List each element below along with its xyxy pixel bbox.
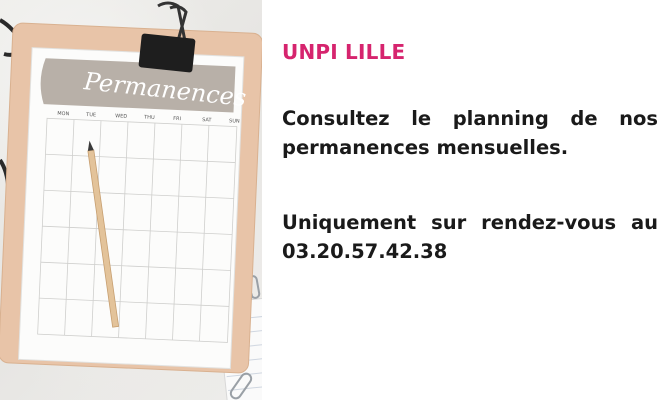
appointment-text: Uniquement sur rendez-vous au 03.20.57.4… <box>282 211 658 263</box>
weekday-label: WED <box>115 113 127 120</box>
weekday-label: TUE <box>85 112 96 118</box>
planning-text: Consultez le planning de nos permanences… <box>282 107 658 159</box>
weekday-label: SAT <box>202 117 213 123</box>
weekday-label: FRI <box>173 116 181 122</box>
info-panel: UNPI LILLE Consultez le planning de nos … <box>282 0 658 400</box>
calendar-illustration: MON TUE WED THU FRI SAT SUN Permanences <box>0 1 262 400</box>
weekday-label: THU <box>143 115 155 122</box>
page-title: UNPI LILLE <box>282 40 406 64</box>
calendar-photo: MON TUE WED THU FRI SAT SUN Permanences <box>0 0 262 400</box>
weekday-label: MON <box>57 111 69 118</box>
weekday-label: SUN <box>229 118 240 124</box>
